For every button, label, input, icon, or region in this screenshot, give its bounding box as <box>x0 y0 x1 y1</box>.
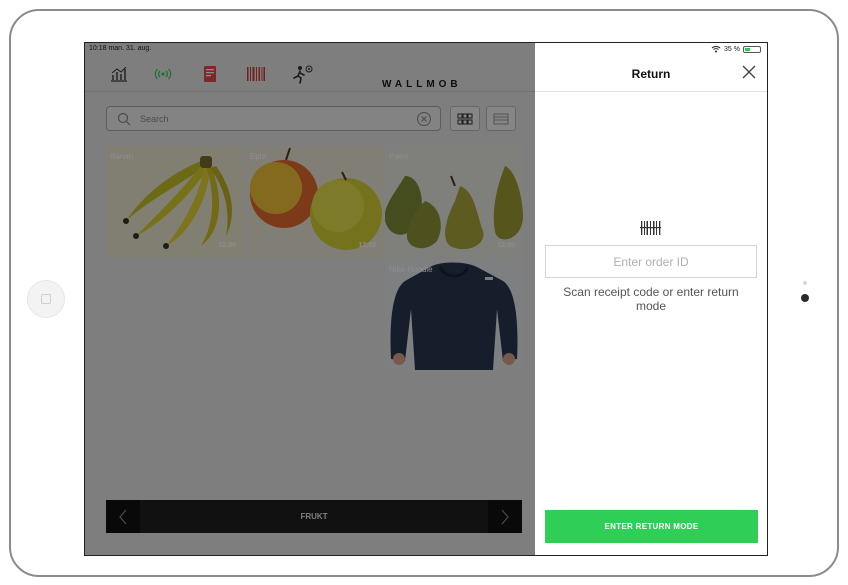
scan-barcode-icon <box>640 219 662 242</box>
sensor <box>803 281 807 285</box>
battery-icon <box>743 45 761 53</box>
wifi-icon <box>711 46 721 53</box>
battery-percent: 35 % <box>724 45 740 53</box>
screen: 10:18 man. 31. aug. WALLMOB Search Banan… <box>84 42 768 556</box>
panel-divider <box>535 91 767 92</box>
home-square-icon <box>41 294 51 304</box>
home-button[interactable] <box>27 280 65 318</box>
enter-return-mode-button[interactable]: ENTER RETURN MODE <box>545 510 758 543</box>
close-icon[interactable] <box>740 63 758 81</box>
camera <box>801 294 809 302</box>
status-indicators: 35 % <box>711 45 761 53</box>
modal-overlay[interactable] <box>85 43 535 555</box>
scan-hint: Scan receipt code or enter return mode <box>563 285 739 313</box>
panel-title: Return <box>631 67 671 81</box>
battery-fill <box>745 47 750 51</box>
pos-app: 10:18 man. 31. aug. WALLMOB Search Banan… <box>85 43 535 555</box>
order-id-input[interactable] <box>545 245 757 278</box>
return-panel: 35 % Return Scan receipt code or enter r… <box>535 43 767 555</box>
